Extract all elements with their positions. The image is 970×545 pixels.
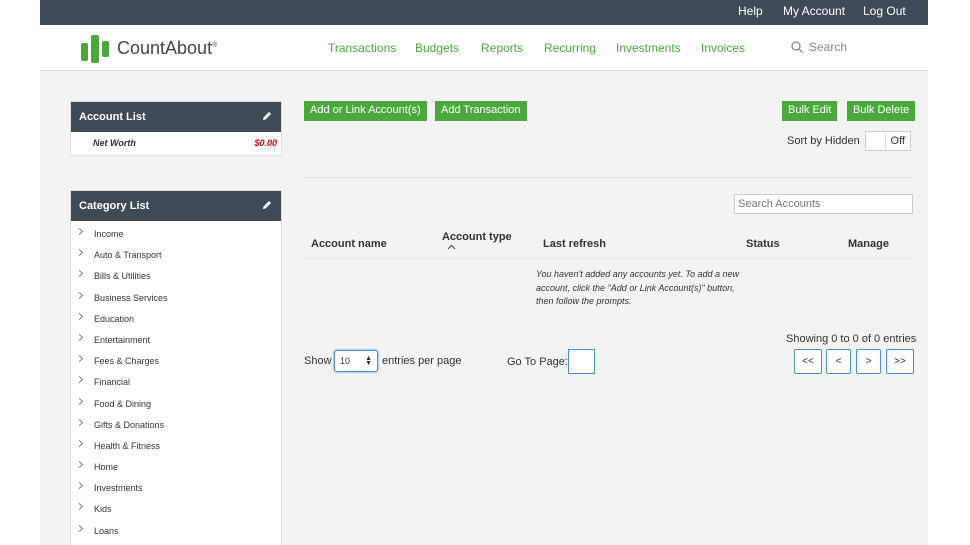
- category-item[interactable]: Education: [71, 309, 281, 330]
- category-item[interactable]: Gifts & Donations: [71, 415, 281, 436]
- go-to-page-label: Go To Page:: [507, 356, 568, 368]
- net-worth-label: Net Worth: [93, 138, 136, 148]
- sort-up-icon[interactable]: [447, 244, 456, 250]
- category-item[interactable]: Business Services: [71, 288, 281, 309]
- category-item[interactable]: Fees & Charges: [71, 351, 281, 372]
- first-page-button[interactable]: <<: [794, 349, 822, 374]
- go-to-page-input[interactable]: [568, 349, 595, 374]
- chevron-right-icon: [75, 418, 84, 426]
- add-link-account-button[interactable]: Add or Link Account(s): [304, 101, 427, 121]
- col-account-type[interactable]: Account type: [442, 231, 512, 243]
- nav-investments[interactable]: Investments: [616, 41, 681, 55]
- help-link[interactable]: Help: [738, 4, 763, 18]
- account-list-header: Account List: [71, 102, 281, 132]
- nav-reports[interactable]: Reports: [481, 41, 523, 55]
- logo-icon[interactable]: [81, 35, 109, 63]
- chevron-right-icon: [75, 270, 84, 278]
- entries-per-page-select[interactable]: 10 ▲ ▼: [334, 350, 378, 372]
- select-arrows-icon: ▲ ▼: [365, 355, 372, 367]
- entries-summary: Showing 0 to 0 of 0 entries: [786, 333, 917, 345]
- add-transaction-button[interactable]: Add Transaction: [435, 101, 527, 121]
- search-accounts-input[interactable]: [734, 194, 913, 214]
- nav-transactions[interactable]: Transactions: [328, 41, 396, 55]
- category-item[interactable]: Entertainment: [71, 330, 281, 351]
- net-worth-row[interactable]: Net Worth $0.00: [71, 132, 281, 156]
- chevron-right-icon: [75, 397, 84, 405]
- category-item[interactable]: Income: [71, 224, 281, 245]
- category-item[interactable]: Investments: [71, 478, 281, 499]
- category-list-title: Category List: [79, 200, 150, 212]
- category-item[interactable]: Home: [71, 457, 281, 478]
- last-page-button[interactable]: >>: [886, 349, 914, 374]
- category-items: Income Auto & Transport Bills & Utilitie…: [71, 221, 281, 542]
- category-item[interactable]: Health & Fitness: [71, 436, 281, 457]
- category-item[interactable]: Food & Dining: [71, 394, 281, 415]
- divider: [304, 177, 912, 178]
- bulk-delete-button[interactable]: Bulk Delete: [847, 101, 916, 121]
- bulk-edit-button[interactable]: Bulk Edit: [782, 101, 838, 121]
- empty-table-message: You haven't added any accounts yet. To a…: [536, 269, 740, 306]
- nav-budgets[interactable]: Budgets: [415, 41, 459, 55]
- logout-link[interactable]: Log Out: [863, 4, 906, 18]
- toggle-knob: [866, 132, 886, 150]
- top-bar: Help My Account Log Out: [40, 0, 928, 25]
- category-list-panel: Category List Income Auto & Transport Bi…: [70, 190, 282, 545]
- header: CountAbout® Transactions Budgets Reports…: [40, 25, 928, 71]
- chevron-right-icon: [75, 439, 84, 447]
- category-item[interactable]: Bills & Utilities: [71, 266, 281, 287]
- chevron-right-icon: [75, 249, 84, 257]
- chevron-right-icon: [75, 291, 84, 299]
- my-account-link[interactable]: My Account: [783, 4, 845, 18]
- brand-name: CountAbout®: [117, 38, 218, 58]
- net-worth-value: $0.00: [254, 138, 277, 148]
- col-account-name[interactable]: Account name: [311, 238, 387, 250]
- sort-hidden-toggle[interactable]: Off: [865, 131, 911, 151]
- table-header-divider: [304, 258, 912, 259]
- entries-per-page-value: 10: [340, 356, 351, 366]
- col-last-refresh[interactable]: Last refresh: [543, 238, 606, 250]
- chevron-right-icon: [75, 461, 84, 469]
- chevron-right-icon: [75, 503, 84, 511]
- category-item[interactable]: Kids: [71, 499, 281, 520]
- col-manage[interactable]: Manage: [848, 238, 889, 250]
- edit-pencil-icon[interactable]: [261, 110, 273, 122]
- account-list-title: Account List: [79, 111, 146, 123]
- chevron-right-icon: [75, 355, 84, 363]
- nav-search[interactable]: Search: [791, 40, 847, 54]
- category-item[interactable]: Auto & Transport: [71, 245, 281, 266]
- category-list-header: Category List: [71, 191, 281, 221]
- chevron-right-icon: [75, 227, 84, 236]
- chevron-right-icon: [75, 524, 84, 532]
- edit-pencil-icon[interactable]: [261, 199, 273, 211]
- page: Help My Account Log Out CountAbout® Tran…: [0, 0, 970, 545]
- chevron-right-icon: [75, 376, 84, 384]
- toggle-state: Off: [890, 135, 905, 147]
- next-page-button[interactable]: >: [856, 349, 881, 374]
- sort-hidden-label: Sort by Hidden: [787, 135, 860, 147]
- nav-invoices[interactable]: Invoices: [701, 41, 745, 55]
- category-item[interactable]: Loans: [71, 521, 281, 542]
- nav-recurring[interactable]: Recurring: [544, 41, 596, 55]
- per-page-label: entries per page: [382, 355, 462, 367]
- col-status[interactable]: Status: [746, 238, 780, 250]
- category-item[interactable]: Financial: [71, 372, 281, 393]
- prev-page-button[interactable]: <: [826, 349, 851, 374]
- search-icon: [791, 41, 803, 53]
- chevron-right-icon: [75, 312, 84, 320]
- account-list-panel: Account List Net Worth $0.00: [70, 101, 282, 156]
- chevron-right-icon: [75, 482, 84, 490]
- show-label: Show: [304, 355, 332, 367]
- chevron-right-icon: [75, 333, 84, 341]
